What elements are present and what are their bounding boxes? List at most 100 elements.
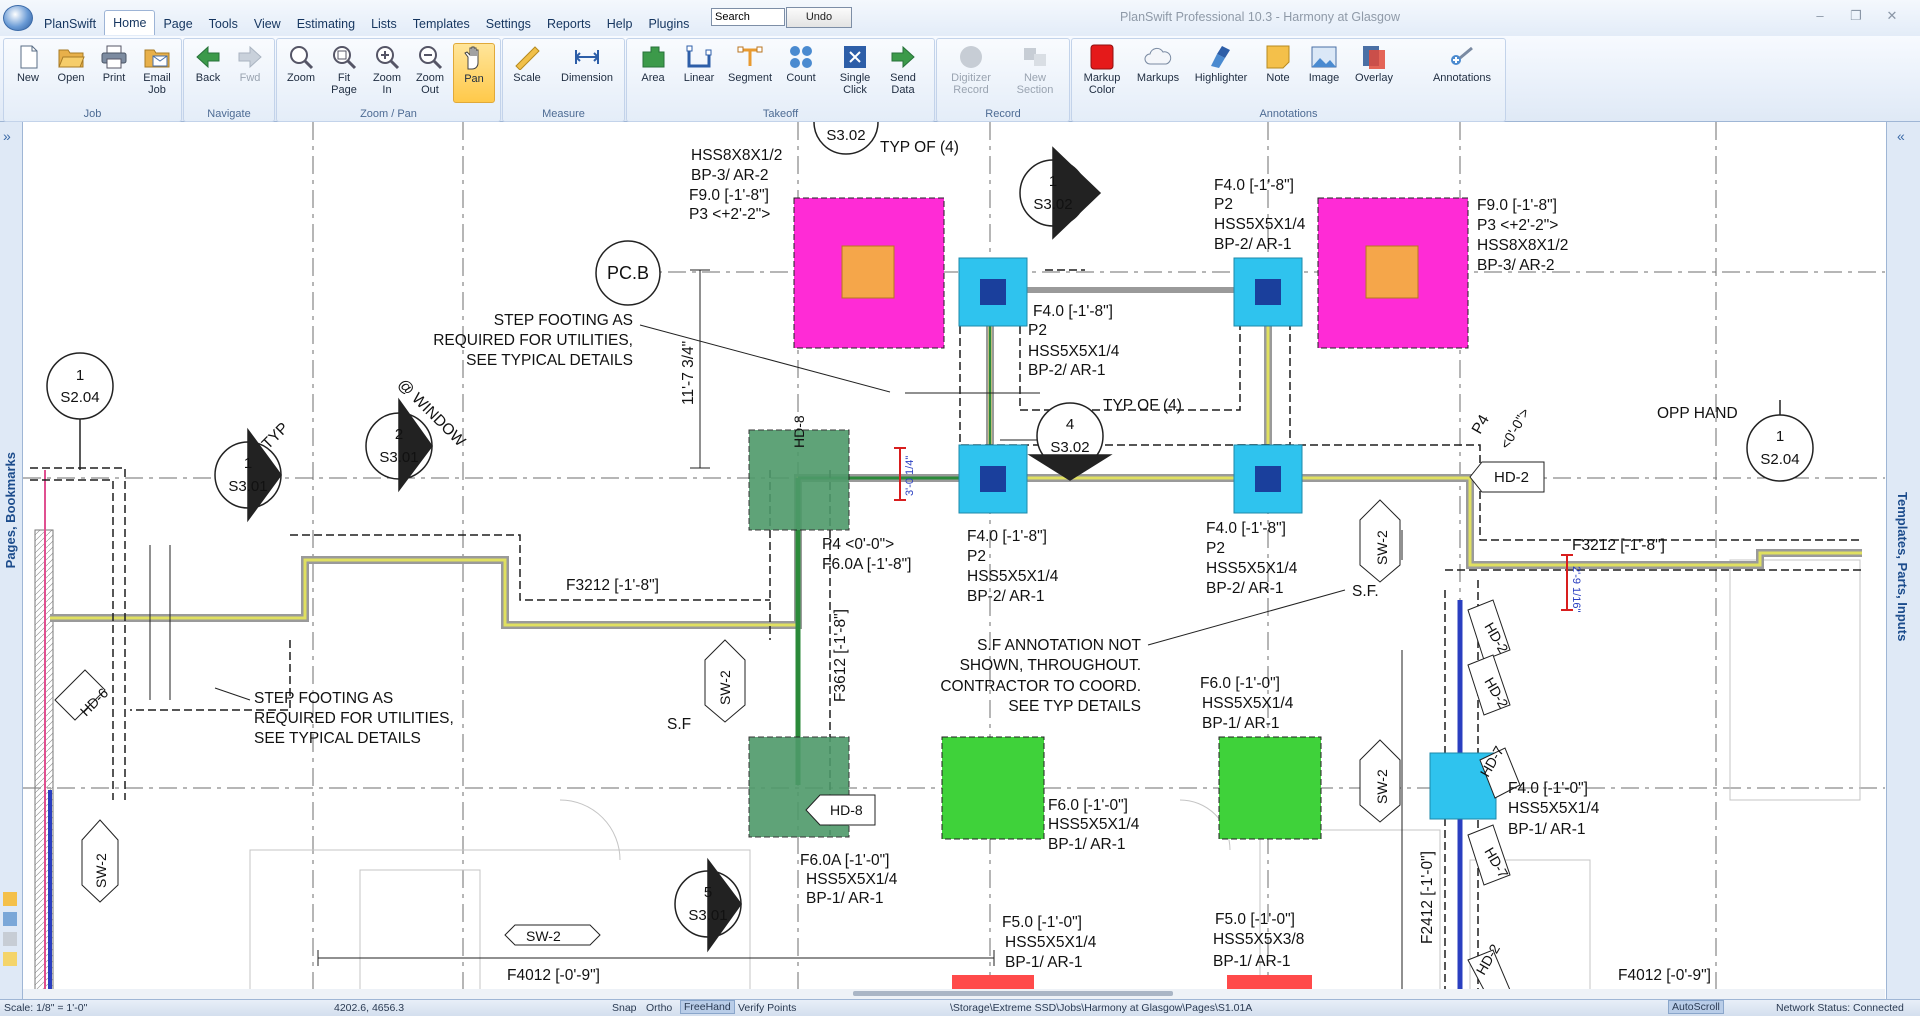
pad-red-2[interactable] <box>1227 975 1312 990</box>
layers-tool-icon[interactable] <box>3 912 17 926</box>
zoom-out-button[interactable]: Zoom Out <box>410 43 450 101</box>
expand-chevron-icon[interactable]: » <box>3 128 11 144</box>
menu-help[interactable]: Help <box>599 13 641 35</box>
pages-bookmarks-panel[interactable]: » Pages, Bookmarks <box>0 122 23 1000</box>
templates-parts-inputs-tab[interactable]: Templates, Parts, Inputs <box>1895 492 1910 641</box>
autoscroll-toggle[interactable]: AutoScroll <box>1668 1000 1724 1014</box>
ribbon-group-navigate: Back Fwd Navigate <box>183 38 275 122</box>
freehand-toggle[interactable]: FreeHand <box>680 1000 735 1014</box>
drawing-canvas[interactable]: PC.B 1 S2.04 1 S3.01 2 S3.01 1 S3.02 4 S… <box>23 122 1885 990</box>
red-color-swatch-icon <box>1088 44 1116 70</box>
menu-page[interactable]: Page <box>155 13 200 35</box>
new-section-button[interactable]: New Section <box>1005 43 1065 101</box>
plan-label: BP-1/ AR-1 <box>1213 953 1291 970</box>
back-button[interactable]: Back <box>188 43 228 101</box>
menu-planswift[interactable]: PlanSwift <box>36 13 104 35</box>
plan-label: HSS5X5X1/4 <box>1048 816 1140 833</box>
comment-tool-icon[interactable] <box>3 952 17 966</box>
pad-column-2[interactable] <box>1365 245 1419 299</box>
open-button[interactable]: Open <box>51 43 91 101</box>
scale-button[interactable]: Scale <box>507 43 547 101</box>
area-button[interactable]: Area <box>631 43 675 101</box>
count-button[interactable]: Count <box>779 43 823 101</box>
linear-button[interactable]: Linear <box>677 43 721 101</box>
new-section-icon <box>1021 44 1049 70</box>
segment-button[interactable]: Segment <box>723 43 777 101</box>
dimension-icon <box>573 44 601 70</box>
pad-green-1[interactable] <box>941 736 1045 840</box>
plan-label: OPP HAND <box>1657 405 1738 422</box>
menu-templates[interactable]: Templates <box>405 13 478 35</box>
pad-column-1[interactable] <box>841 245 895 299</box>
highlighter-button[interactable]: Highlighter <box>1188 43 1254 101</box>
pad-red-1[interactable] <box>952 975 1034 990</box>
overlay-button[interactable]: Overlay <box>1350 43 1398 101</box>
maximize-icon[interactable]: ❐ <box>1844 8 1868 24</box>
verify-points-toggle[interactable]: Verify Points <box>738 1002 796 1014</box>
image-button[interactable]: Image <box>1302 43 1346 101</box>
markup-tool-icon[interactable] <box>3 932 17 946</box>
menu-lists[interactable]: Lists <box>363 13 405 35</box>
menu-estimating[interactable]: Estimating <box>289 13 363 35</box>
plan-label: 2'-9 1/16" <box>1570 566 1582 612</box>
status-coords: 4202.6, 4656.3 <box>334 1002 405 1014</box>
horizontal-scrollbar[interactable] <box>23 989 1885 999</box>
zoom-in-icon <box>373 44 401 70</box>
note-button[interactable]: Note <box>1258 43 1298 101</box>
plan-label: BP-2/ AR-1 <box>967 588 1045 605</box>
plan-label: 11'-7 3/4" <box>680 341 697 405</box>
plan-label: BP-1/ AR-1 <box>1048 836 1126 853</box>
templates-parts-inputs-panel[interactable]: « Templates, Parts, Inputs <box>1886 122 1920 1000</box>
zoom-button[interactable]: Zoom <box>281 43 321 101</box>
new-button[interactable]: New <box>8 43 48 101</box>
plan-label: P3 <+2'-2"> <box>1477 217 1558 234</box>
forward-button[interactable]: Fwd <box>230 43 270 101</box>
single-click-button[interactable]: Single Click <box>833 43 877 101</box>
plan-label: HSS5X5X1/4 <box>1202 695 1294 712</box>
callout-sheet: S2.04 <box>60 389 99 406</box>
menu-reports[interactable]: Reports <box>539 13 599 35</box>
note-tool-icon[interactable] <box>3 892 17 906</box>
pan-button[interactable]: Pan <box>453 43 495 103</box>
scrollbar-thumb[interactable] <box>853 991 1173 996</box>
zoom-fit-icon <box>330 44 358 70</box>
linear-icon <box>685 44 713 70</box>
group-label-job: Job <box>83 108 102 120</box>
plan-label: HD-8 <box>830 802 863 818</box>
plan-label: SEE TYP DETAILS <box>1008 698 1141 715</box>
app-menu-orb-icon[interactable] <box>3 5 33 31</box>
plan-label: F3212 [-1'-8"] <box>566 577 659 594</box>
markup-color-button[interactable]: Markup Color <box>1076 43 1128 101</box>
snap-toggle[interactable]: Snap <box>612 1002 637 1014</box>
undo-button[interactable]: Undo <box>786 7 852 28</box>
zoom-in-button[interactable]: Zoom In <box>367 43 407 101</box>
fit-page-button[interactable]: Fit Page <box>324 43 364 101</box>
expand-right-chevron-icon[interactable]: « <box>1897 128 1905 144</box>
area-icon <box>639 44 667 70</box>
status-network: Network Status: Connected <box>1776 1002 1904 1014</box>
search-input[interactable] <box>711 8 785 26</box>
back-arrow-icon <box>194 44 222 70</box>
email-job-button[interactable]: Email Job <box>137 43 177 101</box>
markups-button[interactable]: Markups <box>1132 43 1184 101</box>
menu-tools[interactable]: Tools <box>201 13 246 35</box>
print-button[interactable]: Print <box>94 43 134 101</box>
ortho-toggle[interactable]: Ortho <box>646 1002 672 1014</box>
pad-green-2[interactable] <box>1218 736 1322 840</box>
menu-home[interactable]: Home <box>104 10 156 35</box>
menu-settings[interactable]: Settings <box>478 13 539 35</box>
pages-bookmarks-tab[interactable]: Pages, Bookmarks <box>3 452 18 568</box>
plan-drawing[interactable]: PC.B 1 S2.04 1 S3.01 2 S3.01 1 S3.02 4 S… <box>23 122 1885 990</box>
pad-cyan-3-core <box>980 466 1006 492</box>
minimize-icon[interactable]: – <box>1808 8 1832 24</box>
close-icon[interactable]: ✕ <box>1880 8 1904 24</box>
digitizer-record-button[interactable]: Digitizer Record <box>941 43 1001 101</box>
plan-label: BP-3/ AR-2 <box>691 167 769 184</box>
callout-num: 1 <box>244 455 252 472</box>
send-data-button[interactable]: Send Data <box>881 43 925 101</box>
annotations-button[interactable]: Annotations <box>1424 43 1500 101</box>
dimension-button[interactable]: Dimension <box>555 43 619 101</box>
pad-cyan-4-core <box>1255 466 1281 492</box>
menu-view[interactable]: View <box>246 13 289 35</box>
menu-plugins[interactable]: Plugins <box>640 13 697 35</box>
